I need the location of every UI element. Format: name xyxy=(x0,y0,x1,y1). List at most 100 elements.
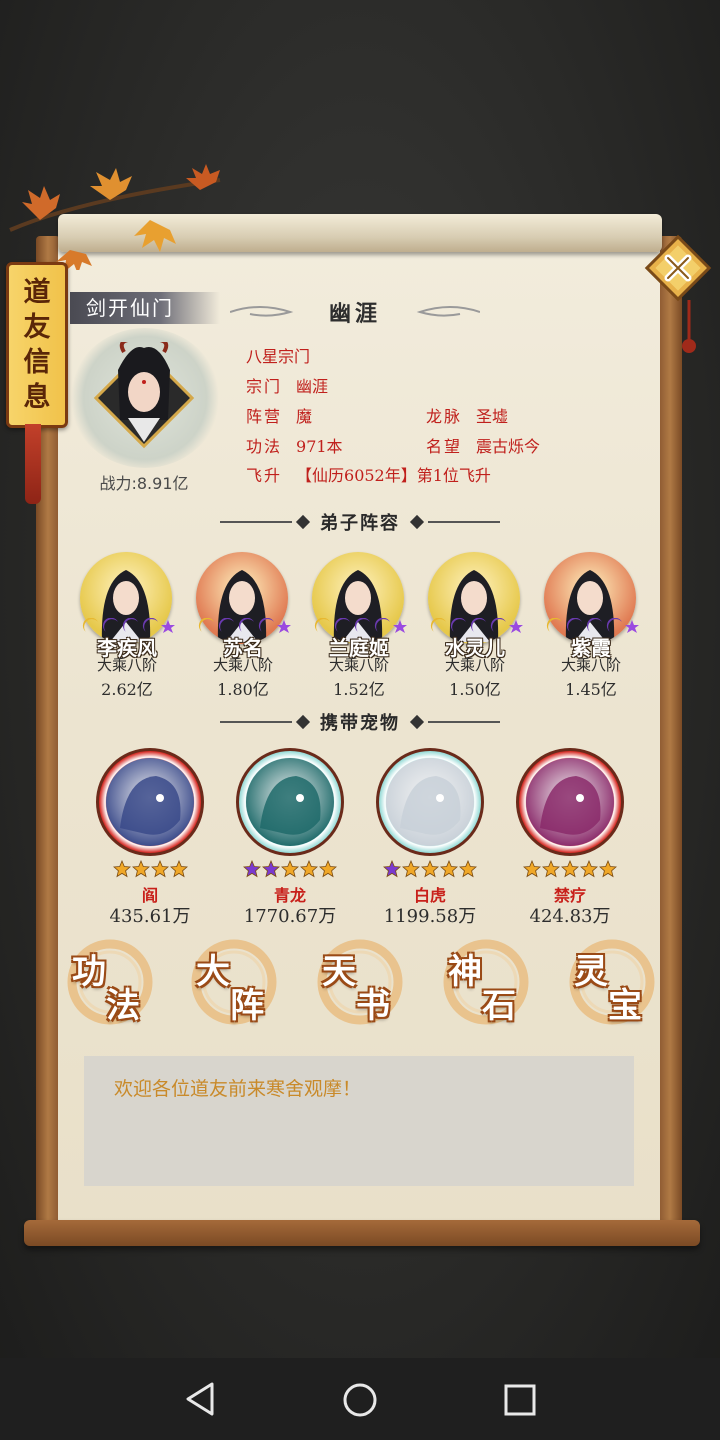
star-icon xyxy=(383,860,401,878)
disciple-card[interactable]: 李疾风 大乘八阶 2.62亿 xyxy=(72,552,182,702)
cord-decoration xyxy=(682,300,696,353)
star-icon xyxy=(459,860,477,878)
pet-power: 424.83万 xyxy=(529,906,611,927)
disciple-rank: 大乘八阶 xyxy=(444,656,505,674)
disciple-card[interactable]: 水灵儿 大乘八阶 1.50亿 xyxy=(420,552,530,702)
method-value: 971本 xyxy=(296,437,343,456)
star-icon xyxy=(580,860,598,878)
pet-card[interactable]: 青龙 1770.67万 xyxy=(226,748,356,928)
star-icon xyxy=(112,860,131,878)
star-icon xyxy=(131,860,150,878)
disciples-title: 弟子阵容 xyxy=(320,513,400,534)
pet-portrait xyxy=(526,758,614,846)
function-label-1: 天 xyxy=(322,952,356,992)
camp-row: 阵营魔 xyxy=(246,405,312,429)
star-icon xyxy=(281,860,299,878)
function-button[interactable]: 天书 xyxy=(314,936,406,1028)
disciple-power: 1.80亿 xyxy=(217,680,269,699)
disciple-card[interactable]: 紫霞 大乘八阶 1.45亿 xyxy=(536,552,646,702)
pet-stars xyxy=(226,860,354,880)
banner-char: 道 xyxy=(23,277,51,308)
vein-value: 圣墟 xyxy=(476,407,509,426)
close-button[interactable] xyxy=(642,232,714,304)
pets-divider: 携带宠物 xyxy=(220,710,500,734)
star-icon xyxy=(169,860,188,878)
function-label-1: 大 xyxy=(196,952,230,992)
star-icon xyxy=(599,860,617,878)
pet-stars xyxy=(366,860,494,880)
sect-tag: 剑开仙门 xyxy=(70,292,220,324)
fame-value: 震古烁今 xyxy=(476,437,541,456)
scroll-roll-bottom xyxy=(24,1220,700,1246)
disciple-rank: 大乘八阶 xyxy=(96,656,157,674)
star-icon xyxy=(300,860,318,878)
pet-card[interactable]: 禁疗 424.83万 xyxy=(506,748,636,928)
function-button[interactable]: 大阵 xyxy=(188,936,280,1028)
star-icon xyxy=(243,860,261,878)
disciples-divider: 弟子阵容 xyxy=(220,510,500,534)
back-icon[interactable] xyxy=(184,1382,216,1416)
fame-label: 名望 xyxy=(426,437,463,456)
sect-value: 幽涯 xyxy=(296,377,329,396)
function-label-2: 宝 xyxy=(608,986,642,1026)
star-icon xyxy=(150,860,169,878)
vein-label: 龙脉 xyxy=(426,407,463,426)
disciple-power: 1.45亿 xyxy=(565,680,617,699)
disciple-card[interactable]: 苏名 大乘八阶 1.80亿 xyxy=(188,552,298,702)
message-text: 欢迎各位道友前来寒舍观摩！ xyxy=(114,1078,362,1100)
function-label-1: 功 xyxy=(72,952,106,992)
ascend-label: 飞升 xyxy=(246,466,283,485)
player-avatar[interactable] xyxy=(88,342,200,454)
function-label-1: 神 xyxy=(448,952,482,992)
function-button[interactable]: 灵宝 xyxy=(566,936,658,1028)
camp-value: 魔 xyxy=(296,407,313,426)
system-navbar xyxy=(0,1358,720,1440)
combat-power: 战力:8.91亿 xyxy=(99,474,189,493)
function-label-2: 法 xyxy=(106,986,140,1026)
pet-card[interactable]: 阎 435.61万 xyxy=(86,748,216,928)
disciple-power: 1.50亿 xyxy=(449,680,501,699)
pet-power: 435.61万 xyxy=(109,906,191,927)
pet-portrait xyxy=(106,758,194,846)
fame-row: 名望 震古烁今 xyxy=(426,435,540,459)
disciple-card[interactable]: 兰庭姬 大乘八阶 1.52亿 xyxy=(304,552,414,702)
function-label-2: 阵 xyxy=(230,986,264,1026)
disciple-rank: 大乘八阶 xyxy=(328,656,389,674)
banner-char: 友 xyxy=(23,312,51,343)
method-row: 功法 971本 xyxy=(246,435,343,459)
pet-stars xyxy=(86,860,214,880)
star-icon xyxy=(421,860,439,878)
pet-power: 1770.67万 xyxy=(243,906,337,927)
player-name: 幽涯 xyxy=(328,301,381,327)
recents-icon[interactable] xyxy=(504,1384,536,1416)
disciple-power: 2.62亿 xyxy=(101,680,153,699)
banner-char: 息 xyxy=(23,382,51,413)
method-label: 功法 xyxy=(246,437,283,456)
function-button[interactable]: 神石 xyxy=(440,936,532,1028)
banner-tassel xyxy=(25,424,41,504)
function-label-2: 书 xyxy=(356,986,390,1026)
function-label-1: 灵 xyxy=(574,952,608,992)
sect-rank-value: 八星宗门 xyxy=(246,347,311,366)
vein-row: 龙脉 圣墟 xyxy=(426,405,508,429)
pet-power: 1199.58万 xyxy=(383,906,477,927)
home-icon[interactable] xyxy=(342,1382,378,1418)
star-icon xyxy=(402,860,420,878)
pet-portrait xyxy=(386,758,474,846)
function-button[interactable]: 功法 xyxy=(64,936,156,1028)
ascend-value: 【仙历6052年】第1位飞升 xyxy=(296,466,491,485)
sect-label: 宗门 xyxy=(246,377,283,396)
maple-leaves-decoration xyxy=(9,164,221,270)
ascend-row: 飞升 【仙历6052年】第1位飞升 xyxy=(246,464,491,488)
pet-stars xyxy=(506,860,634,880)
pet-portrait xyxy=(246,758,334,846)
pets-title: 携带宠物 xyxy=(320,713,400,734)
disciple-power: 1.52亿 xyxy=(333,680,385,699)
camp-label: 阵营 xyxy=(246,407,283,426)
star-icon xyxy=(542,860,560,878)
star-icon xyxy=(561,860,579,878)
star-icon xyxy=(319,860,337,878)
pet-card[interactable]: 白虎 1199.58万 xyxy=(366,748,496,928)
function-label-2: 石 xyxy=(482,986,516,1026)
star-icon xyxy=(262,860,280,878)
